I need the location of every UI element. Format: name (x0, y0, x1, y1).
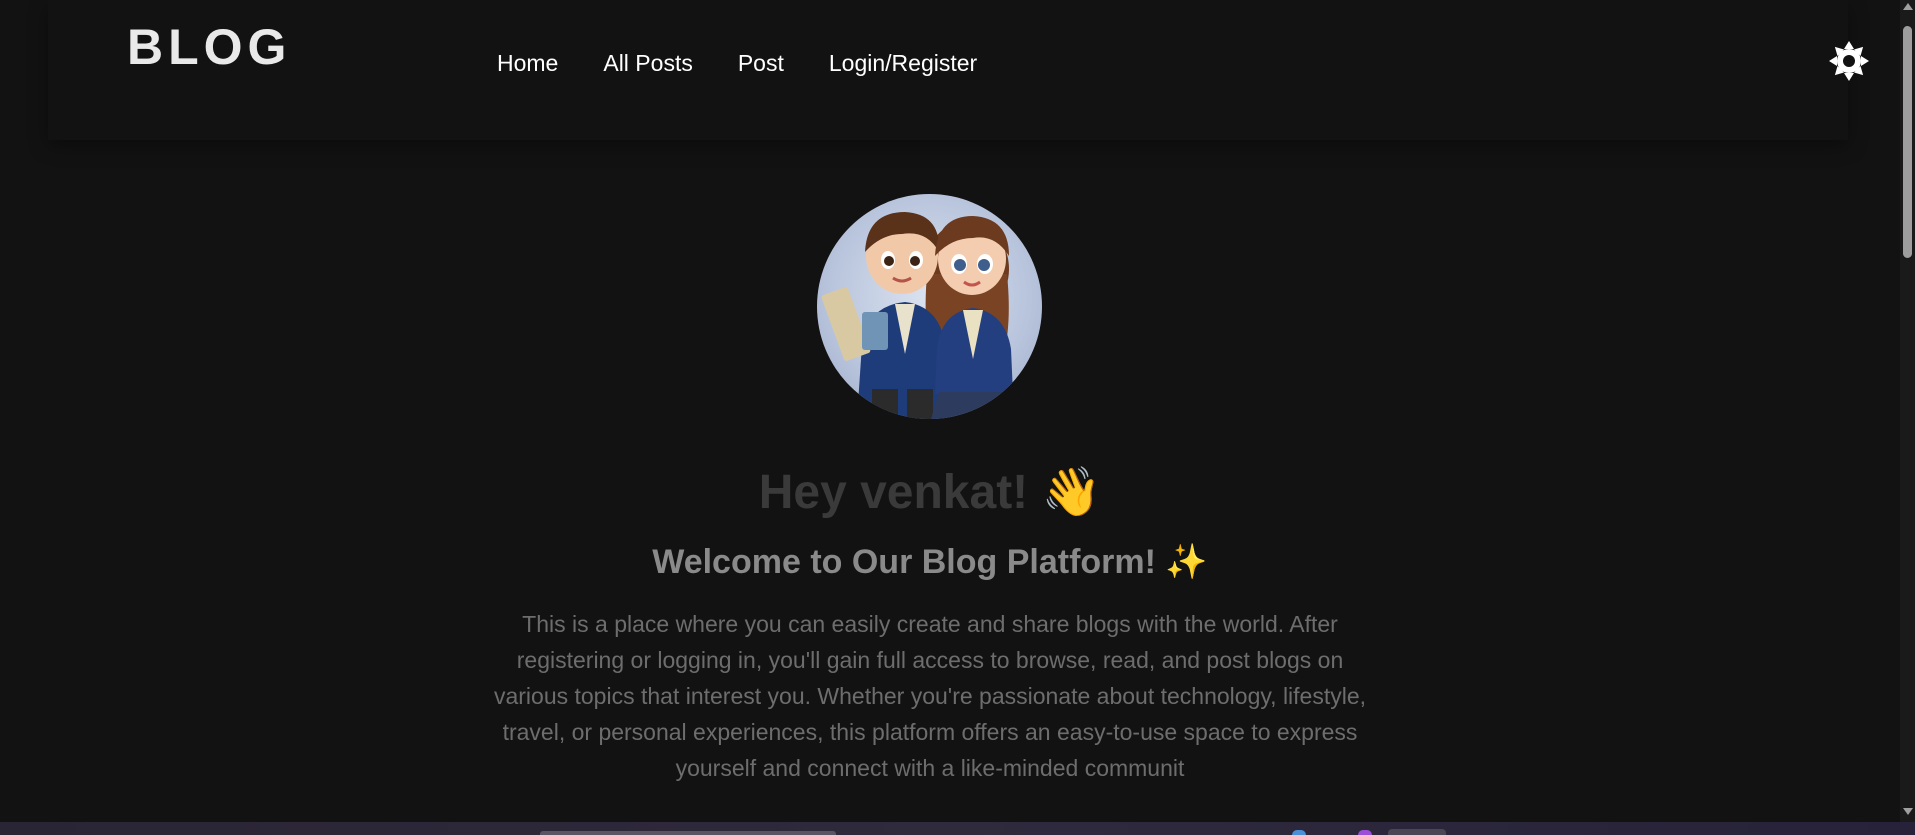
scroll-down-arrow-icon[interactable] (1903, 808, 1913, 815)
hero-section: Hey venkat! 👋 Welcome to Our Blog Platfo… (0, 0, 1900, 835)
taskbar-app-icon[interactable] (1358, 830, 1372, 835)
taskbar-app-icon[interactable] (1292, 830, 1306, 835)
welcome-text: Welcome to Our Blog Platform! (652, 543, 1156, 581)
taskbar-app-icon[interactable] (1388, 829, 1446, 835)
sparkles-emoji-icon: ✨ (1165, 542, 1208, 582)
page-scrollbar[interactable] (1900, 0, 1915, 822)
greeting-text: Hey venkat! (758, 466, 1029, 519)
avatar (817, 194, 1042, 419)
intro-paragraph: This is a place where you can easily cre… (493, 611, 1367, 781)
kids-illustration (821, 212, 1021, 419)
greeting-heading: Hey venkat! 👋 (0, 462, 1860, 523)
taskbar-search-box[interactable] (540, 831, 836, 835)
scroll-up-arrow-icon[interactable] (1903, 3, 1913, 10)
wave-emoji-icon: 👋 (1041, 464, 1102, 520)
page: BLOG Home All Posts Post Login/Register (0, 0, 1915, 835)
welcome-heading: Welcome to Our Blog Platform! ✨ (0, 540, 1860, 584)
os-taskbar (0, 822, 1915, 835)
scrollbar-thumb[interactable] (1903, 26, 1912, 258)
